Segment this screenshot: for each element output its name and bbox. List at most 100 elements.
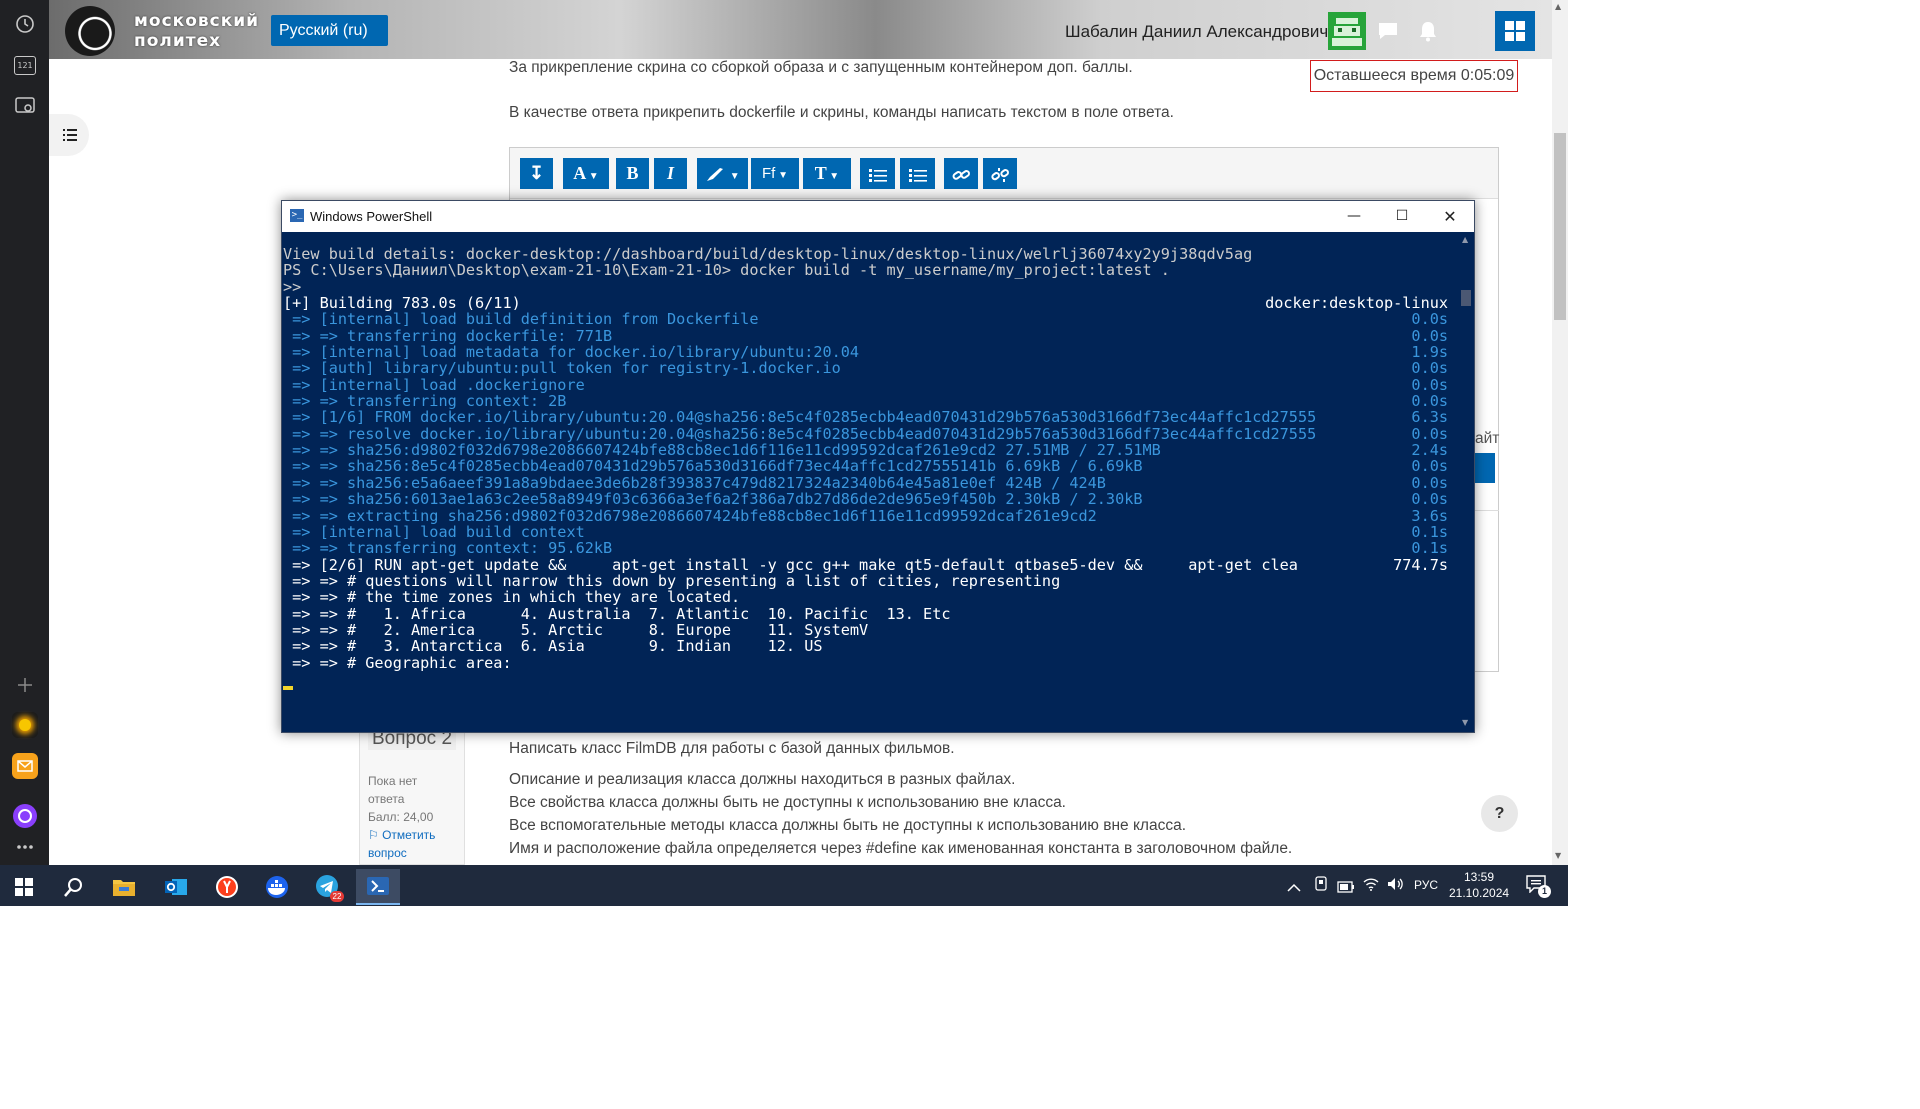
console-line-duration: 0.0s [1411, 392, 1448, 411]
start-button[interactable] [2, 869, 46, 905]
blocks-drawer-button[interactable] [1495, 11, 1535, 51]
file-explorer-button[interactable] [102, 869, 146, 905]
console-line: => => # 3. Antarctica 6. Asia 9. Indian … [283, 638, 1453, 654]
docker-button[interactable] [255, 869, 299, 905]
console-line-text: => => transferring dockerfile: 771B [283, 326, 613, 345]
console-line: View build details: docker-desktop://das… [283, 246, 1453, 262]
console-output[interactable]: View build details: docker-desktop://das… [283, 246, 1453, 731]
scroll-down-icon[interactable]: ▼ [1462, 718, 1468, 727]
console-scrollbar-thumb[interactable] [1461, 290, 1471, 306]
clock[interactable]: 13:59 21.10.2024 [1449, 869, 1509, 901]
user-name[interactable]: Шабалин Даниил Александрович [1065, 22, 1328, 42]
scroll-down-icon[interactable]: ▼ [1555, 851, 1561, 860]
notifications-bell-icon[interactable] [1418, 20, 1438, 42]
help-button[interactable]: ? [1481, 795, 1518, 832]
italic-button[interactable]: I [654, 158, 687, 189]
question-2-line: Все свойства класса должны быть не досту… [509, 794, 1066, 811]
partial-button[interactable] [1475, 453, 1495, 483]
screenshot-icon[interactable] [10, 91, 40, 121]
avatar[interactable] [1328, 12, 1366, 50]
console-line: => => transferring context: 95.62kB 0.1s [283, 539, 1453, 558]
font-family-button[interactable]: Ff ▼ [751, 158, 799, 189]
alice-icon[interactable] [10, 801, 40, 831]
question-2-line: Все вспомогательные методы класса должны… [509, 817, 1186, 834]
close-button[interactable]: ✕ [1427, 201, 1473, 232]
console-line-text: => => transferring context: 95.62kB [283, 539, 613, 558]
question-2-line: Описание и реализация класса должны нахо… [509, 771, 1016, 788]
console-line-text: => [auth] library/ubuntu:pull token for … [283, 359, 841, 378]
question-2-info: Вопрос 2 Пока нет ответа Балл: 24,00 ⚐ О… [359, 725, 465, 865]
console-scrollbar[interactable]: ▲ ▼ [1457, 232, 1474, 732]
telegram-unread-badge: 22 [330, 891, 344, 902]
search-button[interactable] [52, 869, 96, 905]
question-bonus-text: За прикрепление скрина со сборкой образа… [509, 59, 1133, 76]
outlook-button[interactable] [154, 869, 198, 905]
volume-icon[interactable] [1386, 876, 1404, 896]
time-remaining: Оставшееся время 0:05:09 [1310, 60, 1518, 92]
wifi-icon[interactable] [1362, 876, 1380, 896]
course-index-button[interactable] [49, 114, 89, 156]
more-icon[interactable] [10, 832, 40, 862]
powershell-window[interactable]: >_ Windows PowerShell — ☐ ✕ View build d… [281, 200, 1475, 733]
console-line-duration: 6.3s [1411, 408, 1448, 427]
battery-icon[interactable] [1337, 878, 1355, 897]
highlight-button[interactable]: ▼ [697, 158, 748, 189]
console-line: => => transferring dockerfile: 771B 0.0s [283, 326, 1453, 345]
input-language[interactable]: РУС [1414, 878, 1438, 892]
console-line-duration: docker:desktop-linux [1265, 294, 1448, 313]
flag-question-link[interactable]: ⚐ Отметить [368, 826, 435, 844]
console-line-text: => [internal] load metadata for docker.i… [283, 343, 860, 362]
unlink-icon [991, 167, 1010, 182]
console-line: => => # 2. America 5. Arctic 8. Europe 1… [283, 622, 1453, 638]
language-select[interactable]: Русский (ru) ▼ [271, 15, 388, 69]
unlink-button[interactable] [983, 158, 1017, 189]
console-line: >> [283, 279, 1453, 295]
page-scrollbar[interactable]: ▲ ▼ [1552, 0, 1568, 865]
console-line-text: => => sha256:e5a6aeef391a8a9bdaee3de6b28… [283, 473, 1106, 492]
console-line: [+] Building 783.0s (6/11) docker:desktop… [283, 294, 1453, 313]
university-logo[interactable] [65, 6, 115, 56]
meet-now-icon[interactable] [1313, 876, 1329, 896]
sun-app-icon[interactable] [10, 710, 40, 740]
console-line-text: => => extracting sha256:d9802f032d6798e2… [283, 506, 1097, 525]
yandex-icon [216, 876, 238, 898]
console-line: => [internal] load build context 0.1s [283, 523, 1453, 540]
bold-button[interactable]: B [616, 158, 649, 189]
yandex-browser-button[interactable] [205, 869, 249, 905]
maximize-button[interactable]: ☐ [1379, 201, 1425, 232]
question-answer-instructions: В качестве ответа прикрепить dockerfile … [509, 104, 1174, 121]
clock-date: 21.10.2024 [1449, 886, 1510, 900]
history-icon[interactable] [10, 9, 40, 39]
page-scrollbar-thumb[interactable] [1554, 133, 1566, 320]
console-line-text: => => # the time zones in which they are… [283, 588, 741, 607]
messages-icon[interactable] [1377, 20, 1399, 42]
console-line-text: => => sha256:8e5c4f0285ecbb4ead070431d29… [283, 457, 1143, 476]
font-color-button[interactable]: A ▼ [563, 158, 609, 189]
console-line-text: => => sha256:6013ae1a63c2ee58a8949f03c63… [283, 490, 1143, 509]
counter-icon[interactable]: 121 [10, 50, 40, 80]
numbered-list-button[interactable] [900, 158, 935, 189]
powershell-titlebar[interactable]: >_ Windows PowerShell — ☐ ✕ [282, 201, 1474, 232]
console-line-text: => [internal] load build definition from… [283, 310, 759, 329]
telegram-button[interactable]: 22 [306, 869, 350, 905]
minimize-button[interactable]: — [1331, 201, 1377, 232]
bullet-list-button[interactable] [860, 158, 895, 189]
console-line-duration: 0.0s [1411, 326, 1448, 345]
console-line-text: => => # questions will narrow this down … [283, 571, 1061, 590]
console-line-text: => => sha256:d9802f032d6798e2086607424bf… [283, 441, 1161, 460]
collapse-toolbar-button[interactable]: ↧ [520, 158, 553, 189]
question-2-line: Написать класс FilmDB для работы с базой… [509, 740, 955, 757]
question-2-line: Имя и расположение файла определяется че… [509, 840, 1293, 857]
scroll-up-icon[interactable]: ▲ [1462, 235, 1468, 244]
console-line-text: => [1/6] FROM docker.io/library/ubuntu:2… [283, 408, 1317, 427]
flag-question-link-2[interactable]: вопрос [368, 844, 407, 862]
show-hidden-icons[interactable] [1287, 878, 1301, 897]
powershell-taskbar-button[interactable] [356, 869, 400, 905]
add-icon[interactable] [10, 670, 40, 700]
university-name[interactable]: московский политех [134, 11, 259, 51]
notification-center-button[interactable]: 1 [1526, 875, 1551, 898]
scroll-up-icon[interactable]: ▲ [1555, 2, 1561, 11]
link-button[interactable] [944, 158, 978, 189]
mail-app-icon[interactable] [10, 751, 40, 781]
font-size-button[interactable]: T ▼ [803, 158, 851, 189]
